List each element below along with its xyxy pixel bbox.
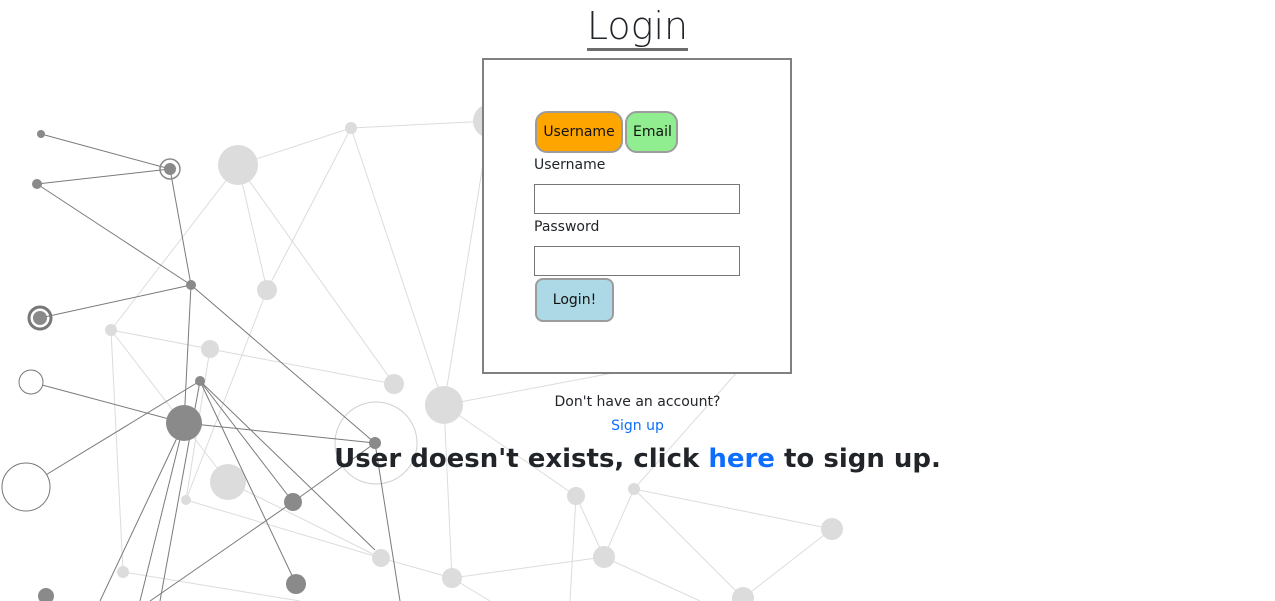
page-title-container: Login	[0, 2, 1275, 51]
password-input[interactable]	[534, 246, 740, 276]
no-account-text: Don't have an account?	[554, 394, 721, 410]
page-title: Login	[586, 4, 689, 51]
login-submit-button[interactable]: Login!	[535, 278, 614, 322]
login-page: Login Username Email Username Password L…	[0, 0, 1275, 601]
login-method-toggle: Username Email	[535, 111, 678, 153]
signup-link[interactable]: Sign up	[611, 418, 664, 434]
email-toggle-button[interactable]: Email	[625, 111, 678, 153]
username-toggle-button[interactable]: Username	[535, 111, 623, 153]
login-card: Username Email Username Password Login!	[482, 58, 792, 374]
username-label: Username	[534, 157, 606, 173]
error-signup-link[interactable]: here	[708, 444, 775, 474]
signup-link-container: Sign up	[0, 418, 1275, 434]
password-label: Password	[534, 219, 600, 235]
error-message: User doesn't exists, click here to sign …	[0, 444, 1275, 474]
error-message-prefix: User doesn't exists, click	[334, 444, 709, 474]
error-message-suffix: to sign up.	[774, 444, 941, 474]
username-input[interactable]	[534, 184, 740, 214]
